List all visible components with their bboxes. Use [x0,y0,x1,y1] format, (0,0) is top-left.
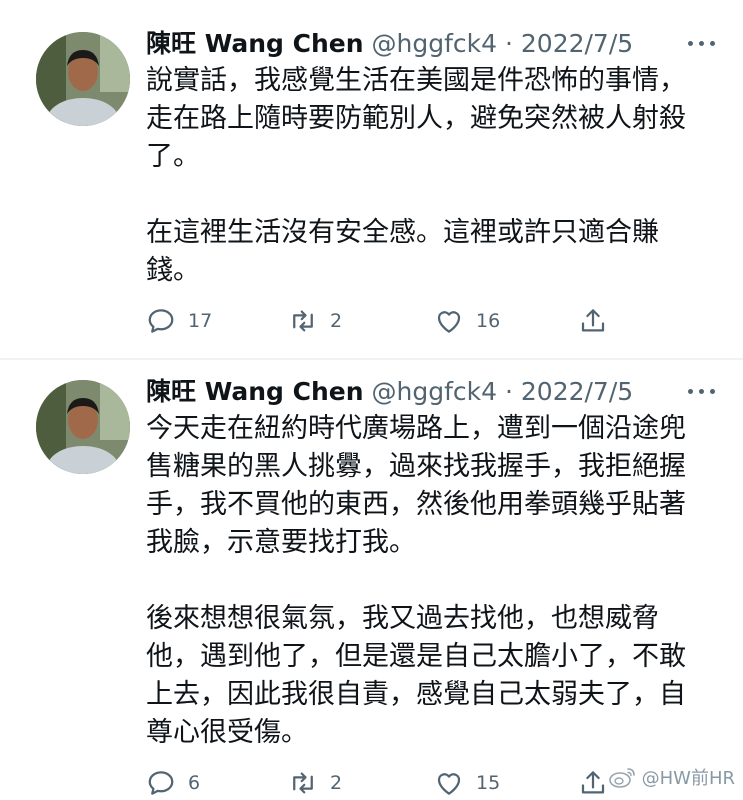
heart-icon [437,311,461,333]
heart-icon [437,773,461,795]
profile-photo [36,32,130,126]
retweet-count: 2 [330,310,343,332]
separator: · [504,29,513,58]
share-icon [581,309,605,332]
tweet-date[interactable]: 2022/7/5 [521,377,633,406]
reply-count: 6 [188,772,201,794]
tweet-actions: 17 2 16 [146,304,616,338]
weibo-logo-icon [608,768,635,788]
tweet-actions: 6 2 15 [146,766,616,800]
reply-count: 17 [188,310,213,332]
retweet-button[interactable]: 2 [288,304,342,338]
separator: · [504,377,513,406]
share-button[interactable] [578,766,608,800]
tweet-paragraph: 在這裡生活沒有安全感。這裡或許只適合賺錢。 [146,217,659,286]
tweet-paragraph: 今天走在紐約時代廣場路上，遭到一個沿途兜售糖果的黑人挑釁，過來找我握手，我拒絕握… [146,413,686,558]
tweet-text: 說實話，我感覺生活在美國是件恐怖的事情，走在路上隨時要防範別人，避免突然被人射殺… [146,62,706,290]
avatar[interactable] [36,380,130,474]
tweet-paragraph: 說實話，我感覺生活在美國是件恐怖的事情，走在路上隨時要防範別人，避免突然被人射殺… [146,65,686,172]
tweet-header: 陳旺 Wang Chen @hggfck4 · 2022/7/5 [146,26,633,62]
display-name[interactable]: 陳旺 Wang Chen [146,377,364,406]
tweet-paragraph: 後來想想很氣氛，我又過去找他，也想威脅他，遇到他了，但是還是自己太膽小了，不敢上… [146,603,686,748]
like-button[interactable]: 16 [434,304,500,338]
watermark: @HW前HR [608,764,735,790]
user-handle[interactable]: @hggfck4 [372,377,498,406]
reply-button[interactable]: 6 [146,766,200,800]
like-count: 15 [476,772,501,794]
tweet-date[interactable]: 2022/7/5 [521,29,633,58]
retweet-icon [293,772,313,794]
display-name[interactable]: 陳旺 Wang Chen [146,29,364,58]
tweet-text: 今天走在紐約時代廣場路上，遭到一個沿途兜售糖果的黑人挑釁，過來找我握手，我拒絕握… [146,410,706,752]
profile-photo [36,380,130,474]
more-options-icon[interactable] [685,380,721,404]
reply-button[interactable]: 17 [146,304,212,338]
share-button[interactable] [578,304,608,338]
retweet-button[interactable]: 2 [288,766,342,800]
watermark-text: @HW前HR [641,768,735,789]
tweet-1[interactable]: 陳旺 Wang Chen @hggfck4 · 2022/7/5 說實話，我感覺… [0,0,743,358]
reply-icon [148,771,174,795]
share-icon [581,771,605,794]
retweet-count: 2 [330,772,343,794]
tweet-2[interactable]: 陳旺 Wang Chen @hggfck4 · 2022/7/5 今天走在紐約時… [0,360,743,800]
like-button[interactable]: 15 [434,766,500,800]
reply-icon [148,309,174,333]
retweet-icon [293,310,313,332]
like-count: 16 [476,310,501,332]
user-handle[interactable]: @hggfck4 [372,29,498,58]
tweet-header: 陳旺 Wang Chen @hggfck4 · 2022/7/5 [146,374,633,410]
more-options-icon[interactable] [685,32,721,56]
avatar[interactable] [36,32,130,126]
